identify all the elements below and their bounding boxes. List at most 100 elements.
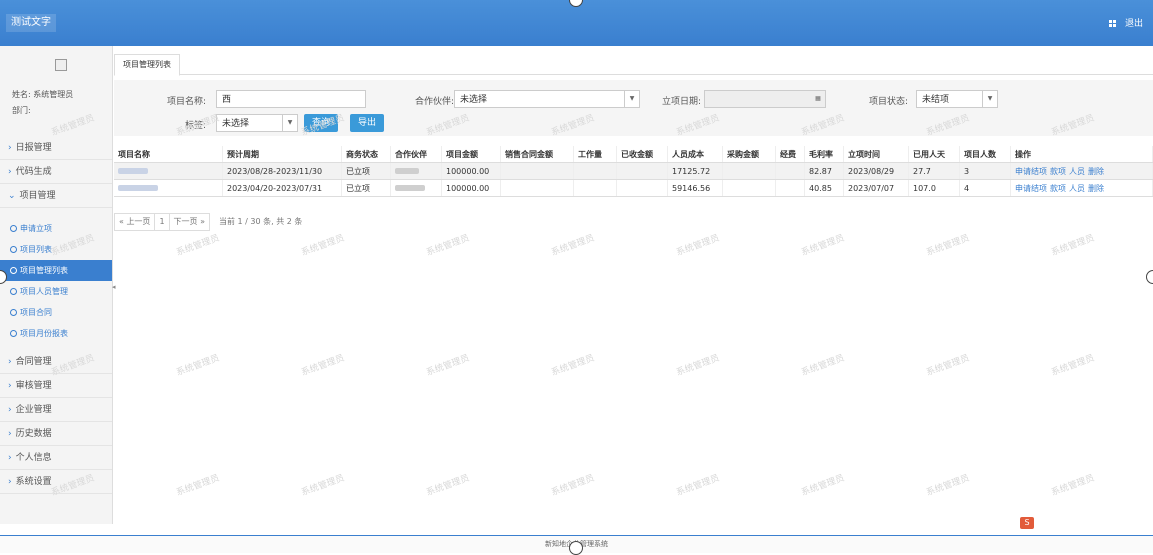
- filter-panel: 项目名称: 西 合作伙伴: 未选择 ▼ 立项日期: ▦ 项目状态: 未结项 ▼ …: [114, 80, 1153, 136]
- th-received: 已收金额: [616, 146, 668, 163]
- cell-amount: 100000.00: [441, 162, 501, 180]
- menu-item-code-gen[interactable]: › 代码生成: [0, 160, 112, 184]
- main-content: 项目管理列表 项目名称: 西 合作伙伴: 未选择 ▼ 立项日期: ▦ 项目状态:…: [114, 46, 1153, 524]
- cell-sales: [500, 179, 574, 197]
- project-name-input[interactable]: 西: [216, 90, 366, 108]
- th-staff-cost: 人员成本: [667, 146, 723, 163]
- cell-project-name: [114, 162, 223, 180]
- cell-date: 2023/07/07: [843, 179, 909, 197]
- cell-period: 2023/08/28-2023/11/30: [222, 162, 342, 180]
- app-title: 测试文字: [6, 14, 56, 32]
- th-people: 项目人数: [959, 146, 1011, 163]
- th-purchase: 采购金额: [722, 146, 776, 163]
- th-sales-amount: 销售合同金额: [500, 146, 574, 163]
- cell-amount: 100000.00: [441, 179, 501, 197]
- cell-purchase: [722, 179, 776, 197]
- tag-select[interactable]: 未选择 ▼: [216, 114, 298, 132]
- cell-status: 已立项: [341, 179, 391, 197]
- th-margin: 毛利率: [804, 146, 844, 163]
- project-name-label: 项目名称:: [166, 97, 206, 107]
- menu-item-company[interactable]: › 企业管理: [0, 398, 112, 422]
- menu-item-personal[interactable]: › 个人信息: [0, 446, 112, 470]
- app-badge-icon[interactable]: S: [1020, 517, 1034, 529]
- delete-link[interactable]: 删除: [1088, 184, 1104, 193]
- cell-received: [616, 162, 668, 180]
- partner-select[interactable]: 未选择 ▼: [454, 90, 640, 108]
- th-workload: 工作量: [573, 146, 617, 163]
- menu-top: › 日报管理 › 代码生成 ⌄ 项目管理: [0, 136, 112, 208]
- sidebar-item-project-mgmt-list[interactable]: 项目管理列表: [0, 260, 112, 281]
- submenu-project: 申请立项 项目列表 项目管理列表 项目人员管理 项目合同 项目月份报表: [0, 218, 112, 344]
- cell-workload: [573, 162, 617, 180]
- chevron-right-icon: ›: [8, 477, 12, 487]
- cell-partner: [390, 162, 442, 180]
- cell-cost: 59146.56: [667, 179, 723, 197]
- status-select[interactable]: 未结项 ▼: [916, 90, 998, 108]
- chevron-down-icon: ▼: [624, 91, 639, 107]
- th-project-name: 项目名称: [114, 146, 223, 163]
- prev-page-button[interactable]: « 上一页: [114, 213, 156, 231]
- pager-info: 当前 1 / 30 条, 共 2 条: [218, 217, 303, 226]
- next-page-button[interactable]: 下一页 »: [168, 213, 210, 231]
- cell-funding: [775, 179, 805, 197]
- chevron-down-icon: ⌄: [8, 191, 16, 201]
- start-date-input[interactable]: ▦: [704, 90, 826, 108]
- th-partner: 合作伙伴: [390, 146, 442, 163]
- chevron-down-icon: ▼: [982, 91, 997, 107]
- chevron-right-icon: ›: [8, 453, 12, 463]
- cell-partner: [390, 179, 442, 197]
- circle-arrow-icon: [10, 309, 17, 316]
- circle-arrow-icon: [10, 288, 17, 295]
- cell-date: 2023/08/29: [843, 162, 909, 180]
- th-days-used: 已用人天: [908, 146, 960, 163]
- table-row: 2023/04/20-2023/07/31 已立项 100000.00 5914…: [114, 179, 1153, 197]
- cell-project-name: [114, 179, 223, 197]
- circle-arrow-icon: [10, 246, 17, 253]
- menu-item-history[interactable]: › 历史数据: [0, 422, 112, 446]
- tab-project-mgmt-list[interactable]: 项目管理列表: [114, 54, 180, 76]
- apply-close-link[interactable]: 申请结项: [1015, 167, 1047, 176]
- sidebar-item-apply-project[interactable]: 申请立项: [0, 218, 112, 239]
- resize-handle-right[interactable]: [1146, 270, 1153, 284]
- menu-item-audit[interactable]: › 审核管理: [0, 374, 112, 398]
- logout-button[interactable]: 退出: [1125, 19, 1143, 29]
- members-link[interactable]: 人员: [1069, 167, 1085, 176]
- cell-days: 27.7: [908, 162, 960, 180]
- payment-link[interactable]: 款项: [1050, 184, 1066, 193]
- chevron-down-icon: ▼: [282, 115, 297, 131]
- chevron-right-icon: ›: [8, 381, 12, 391]
- sidebar-item-project-contract[interactable]: 项目合同: [0, 302, 112, 323]
- menu-item-project-mgmt[interactable]: ⌄ 项目管理: [0, 184, 112, 208]
- apply-close-link[interactable]: 申请结项: [1015, 184, 1047, 193]
- cell-status: 已立项: [341, 162, 391, 180]
- th-actions: 操作: [1010, 146, 1153, 163]
- chevron-right-icon: ›: [8, 429, 12, 439]
- start-date-label: 立项日期:: [661, 97, 701, 107]
- tab-bar: 项目管理列表: [114, 52, 1153, 76]
- sidebar-item-project-members[interactable]: 项目人员管理: [0, 281, 112, 302]
- cell-purchase: [722, 162, 776, 180]
- payment-link[interactable]: 款项: [1050, 167, 1066, 176]
- delete-link[interactable]: 删除: [1088, 167, 1104, 176]
- th-period: 预计周期: [222, 146, 342, 163]
- cell-people: 4: [959, 179, 1011, 197]
- cell-people: 3: [959, 162, 1011, 180]
- user-info: 姓名: 系统管理员 部门:: [12, 87, 73, 119]
- sidebar-item-monthly-report[interactable]: 项目月份报表: [0, 323, 112, 344]
- calendar-icon: ▦: [815, 95, 821, 102]
- cell-funding: [775, 162, 805, 180]
- export-button[interactable]: 导出: [350, 114, 385, 132]
- cell-workload: [573, 179, 617, 197]
- th-funding: 经费: [775, 146, 805, 163]
- resize-handle-bottom[interactable]: [569, 541, 583, 555]
- members-link[interactable]: 人员: [1069, 184, 1085, 193]
- pagination: « 上一页 1 下一页 » 当前 1 / 30 条, 共 2 条: [114, 213, 305, 231]
- sidebar: 姓名: 系统管理员 部门: › 日报管理 › 代码生成 ⌄ 项目管理 申请立项 项目列…: [0, 46, 113, 524]
- page-number-button[interactable]: 1: [154, 213, 170, 231]
- user-department: 部门:: [12, 106, 31, 115]
- menu-item-daily-report[interactable]: › 日报管理: [0, 136, 112, 160]
- th-biz-status: 商务状态: [341, 146, 391, 163]
- grid-icon[interactable]: [1109, 20, 1117, 27]
- cell-actions: 申请结项 款项 人员 删除: [1010, 179, 1153, 197]
- project-table: 项目名称 预计周期 商务状态 合作伙伴 项目金额 销售合同金额 工作量 已收金额…: [114, 146, 1153, 197]
